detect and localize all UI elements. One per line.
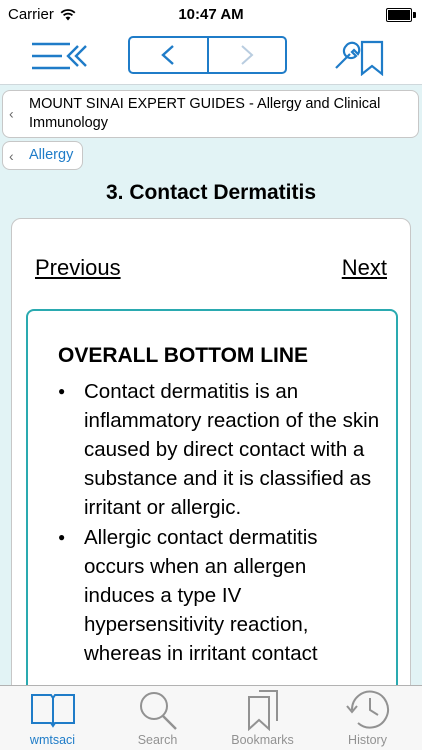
next-link[interactable]: Next [342, 255, 387, 281]
previous-link[interactable]: Previous [35, 255, 121, 281]
section-title: OVERALL BOTTOM LINE [58, 344, 309, 367]
tab-history[interactable]: History [315, 686, 420, 751]
search-icon [139, 692, 177, 730]
bullet-list: Contact dermatitis is an inflammatory re… [52, 377, 382, 669]
book-icon [30, 694, 75, 728]
tab-label: History [348, 733, 387, 747]
content-area: ‹ MOUNT SINAI EXPERT GUIDES - Allergy an… [0, 85, 422, 698]
menu-collapse-icon [32, 42, 87, 70]
tab-bookmarks[interactable]: Bookmarks [210, 686, 315, 751]
status-time: 10:47 AM [178, 6, 244, 23]
chevron-right-icon [241, 45, 254, 65]
list-item: Contact dermatitis is an inflammatory re… [52, 377, 382, 522]
menu-button[interactable] [30, 40, 90, 72]
tab-label: Bookmarks [231, 733, 294, 747]
back-forward-control [128, 36, 287, 74]
battery-icon [386, 8, 416, 22]
breadcrumb-category-label: Allergy [29, 147, 74, 163]
tools-bookmark-button[interactable] [330, 38, 390, 77]
tab-bar: wmtsaci Search Bookmarks History [0, 685, 422, 750]
breadcrumb-book[interactable]: ‹ MOUNT SINAI EXPERT GUIDES - Allergy an… [2, 90, 419, 138]
forward-button[interactable] [209, 38, 286, 72]
breadcrumb-category[interactable]: ‹ Allergy [2, 141, 83, 170]
chevron-left-icon [161, 45, 175, 65]
tab-label: Search [137, 733, 178, 747]
chevron-left-icon: ‹ [9, 105, 14, 122]
chevron-left-icon: ‹ [9, 147, 14, 164]
tab-label: wmtsaci [29, 733, 76, 747]
list-item: Allergic contact dermatitis occurs when … [52, 523, 382, 668]
status-bar: Carrier 10:47 AM [0, 0, 422, 30]
bookmarks-icon [247, 690, 278, 731]
toolbar [0, 30, 422, 85]
wrench-bookmark-icon [335, 40, 384, 77]
tab-search[interactable]: Search [105, 686, 210, 751]
page-title: 3. Contact Dermatitis [105, 181, 317, 204]
bottom-line-section: OVERALL BOTTOM LINE Contact dermatitis i… [26, 309, 398, 697]
back-button[interactable] [130, 38, 209, 72]
history-icon [345, 690, 389, 729]
tab-wmtsaci[interactable]: wmtsaci [0, 686, 105, 751]
topic-card: Previous Next OVERALL BOTTOM LINE Contac… [11, 218, 411, 698]
breadcrumb-book-label: MOUNT SINAI EXPERT GUIDES - Allergy and … [29, 96, 381, 131]
